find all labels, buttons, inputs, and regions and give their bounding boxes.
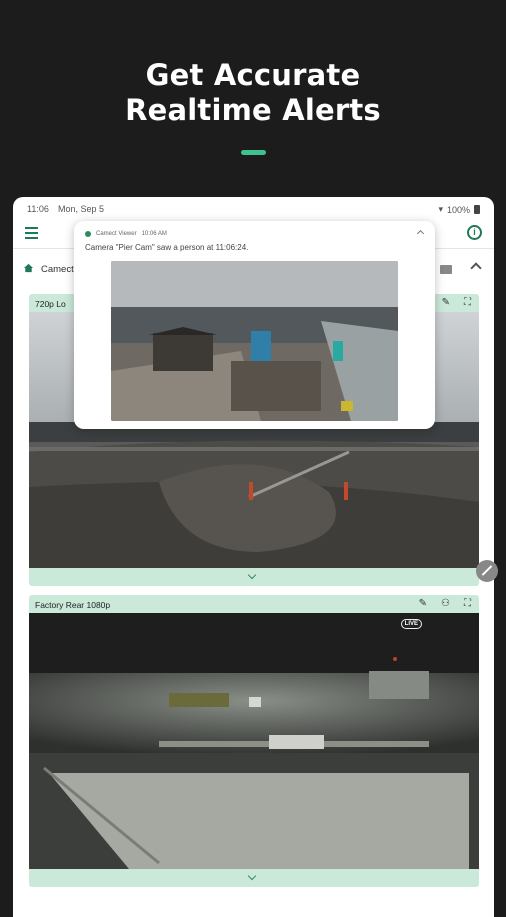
edit-fab-icon[interactable] [476,560,498,582]
pencil-icon[interactable]: ✎ [442,297,450,308]
chevron-up-icon[interactable] [416,229,425,238]
battery-icon [474,205,480,214]
promo-banner: Get Accurate Realtime Alerts [0,0,506,200]
camera-header: Factory Rear 1080p ✎ ⚇ ⛶ [29,595,479,613]
status-date: Mon, Sep 5 [58,204,105,214]
accent-bar [241,150,266,155]
camera-feed[interactable]: LIVE [29,613,479,869]
info-icon[interactable]: i [467,225,482,240]
location-label[interactable]: Camect [41,264,74,275]
headline: Get Accurate Realtime Alerts [0,58,506,128]
expand-icon[interactable]: ⛶ [464,598,471,609]
snapshot-image [111,261,398,421]
hamburger-menu-icon[interactable] [25,227,38,239]
chevron-down-icon [247,871,257,881]
pencil-icon[interactable]: ✎ [419,598,427,609]
collapse-up-icon[interactable] [470,262,482,274]
expand-icon[interactable]: ⛶ [464,297,471,308]
home-icon[interactable] [23,263,34,273]
camect-app-icon [85,231,91,237]
camera-feed-image [29,613,479,869]
mail-icon[interactable] [440,265,452,274]
status-bar: 11:06 Mon, Sep 5 ▾ 100% [13,197,494,219]
person-add-icon[interactable]: ⚇ [441,598,450,609]
notification-card[interactable]: Camect Viewer 10:06 AM Camera "Pier Cam"… [74,221,435,429]
notification-app-name: Camect Viewer [96,231,137,237]
battery-label: 100% [446,204,470,215]
headline-line-1: Get Accurate [145,58,361,92]
notification-app: Camect Viewer 10:06 AM [85,231,167,237]
live-badge: LIVE [400,619,422,629]
camera-tools: ✎ ⛶ [442,297,471,308]
camera-expand-bar[interactable] [29,568,479,586]
status-right: ▾ 100% [438,204,480,215]
status-time: 11:06 [27,204,49,214]
camera-tools: ✎ ⚇ ⛶ [419,598,471,609]
chevron-down-icon [247,570,257,580]
camera-name: Factory Rear 1080p [35,600,111,610]
camera-expand-bar[interactable] [29,869,479,887]
notification-message: Camera "Pier Cam" saw a person at 11:06:… [85,243,249,252]
headline-line-2: Realtime Alerts [125,93,381,127]
camera-card: Factory Rear 1080p ✎ ⚇ ⛶ LIVE [29,595,479,887]
wifi-icon: ▾ [438,204,443,214]
notification-time: 10:06 AM [141,231,167,237]
camera-name: 720p Lo [35,299,66,309]
notification-snapshot[interactable] [111,261,398,421]
